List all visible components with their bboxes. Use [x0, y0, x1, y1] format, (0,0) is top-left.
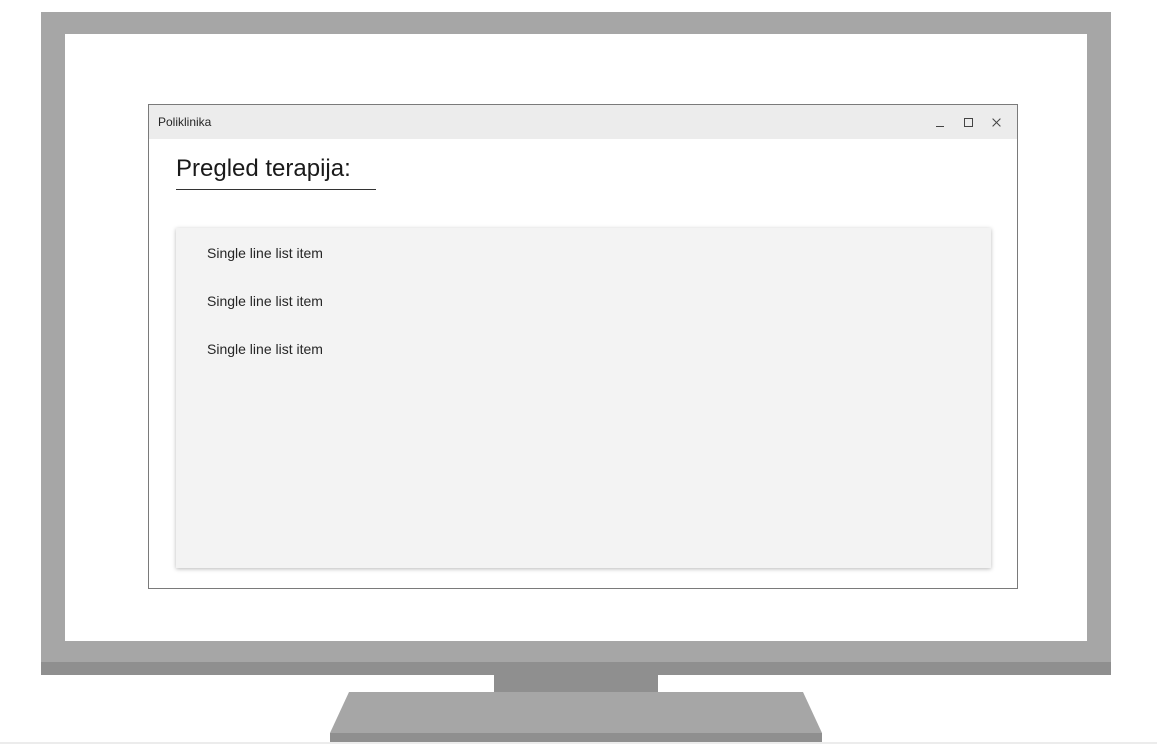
list-item[interactable]: Single line list item [207, 292, 323, 310]
close-button[interactable] [983, 112, 1009, 132]
list-item[interactable]: Single line list item [207, 244, 323, 262]
window-controls [927, 112, 1009, 132]
app-window: Poliklinika Pregled terapija: Single lin… [148, 104, 1018, 589]
list-item[interactable]: Single line list item [207, 340, 323, 358]
title-bar[interactable]: Poliklinika [149, 105, 1017, 139]
minimize-button[interactable] [927, 112, 953, 132]
monitor-stand-foot [330, 733, 822, 742]
maximize-button[interactable] [955, 112, 981, 132]
maximize-icon [963, 117, 973, 127]
window-title: Poliklinika [158, 115, 212, 129]
monitor-chin [41, 662, 1111, 675]
monitor-stand-base [330, 692, 822, 733]
monitor-mockup: Poliklinika Pregled terapija: Single lin… [0, 0, 1157, 744]
close-icon [991, 117, 1002, 128]
therapy-list: Single line list item Single line list i… [176, 228, 991, 568]
page-title: Pregled terapija: [176, 154, 376, 190]
minimize-icon [936, 126, 944, 127]
